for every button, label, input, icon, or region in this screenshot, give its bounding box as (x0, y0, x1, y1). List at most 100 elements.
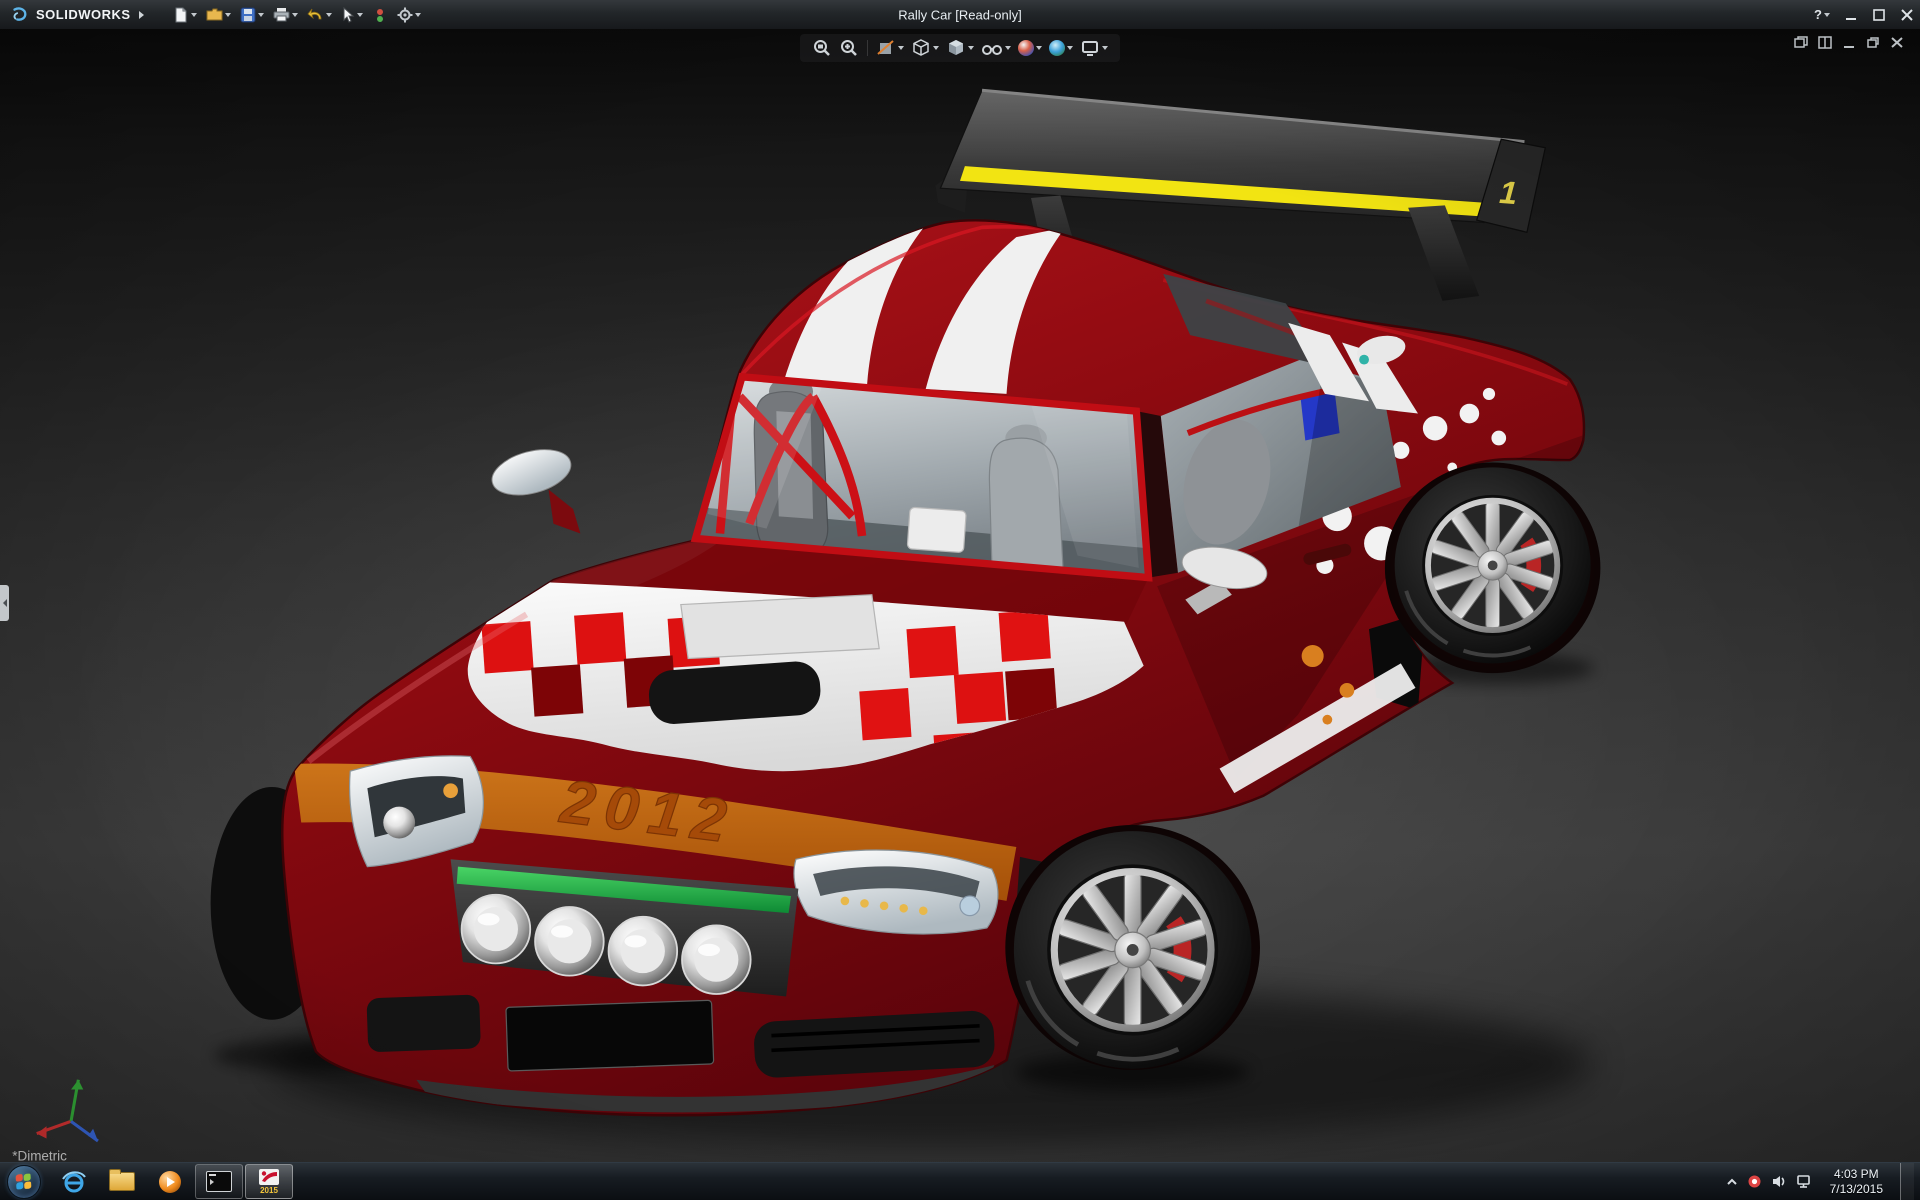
solidworks-version-badge: 2015 (260, 1187, 278, 1195)
section-view-button[interactable] (874, 36, 906, 60)
display-style-icon (946, 38, 966, 58)
rebuild-button[interactable] (369, 5, 391, 25)
open-folder-icon (206, 7, 223, 22)
minimize-button[interactable] (1844, 9, 1858, 21)
print-button[interactable] (270, 5, 301, 24)
model-canvas[interactable]: 1 (0, 29, 1920, 1163)
collapse-arrow-icon (3, 599, 7, 607)
cascade-windows-button[interactable] (1794, 36, 1808, 49)
windows-taskbar: 2015 4:03 PM 7/13/2015 (0, 1162, 1920, 1200)
select-cursor-icon (341, 7, 355, 23)
zoom-to-area-icon (839, 38, 859, 58)
close-button[interactable] (1900, 9, 1914, 21)
left-bumper-vent (366, 995, 480, 1053)
dropdown-caret-icon[interactable] (225, 13, 231, 17)
tile-windows-button[interactable] (1818, 36, 1832, 49)
license-plate (506, 1000, 714, 1071)
edit-appearance-button[interactable] (1016, 38, 1044, 58)
taskbar-internet-explorer-button[interactable] (51, 1165, 97, 1198)
media-player-icon (159, 1171, 181, 1193)
undo-arrow-icon (307, 7, 324, 22)
view-orientation-button[interactable] (909, 36, 941, 60)
task-pane-collapse-tab[interactable] (0, 585, 9, 621)
zoom-to-area-button[interactable] (837, 36, 861, 60)
clock-date: 7/13/2015 (1830, 1182, 1883, 1197)
view-settings-button[interactable] (1078, 36, 1110, 60)
taskbar-command-prompt-button[interactable] (195, 1164, 243, 1199)
document-window-controls (1794, 36, 1904, 49)
zoom-to-fit-button[interactable] (810, 36, 834, 60)
new-document-button[interactable] (170, 5, 200, 25)
system-tray: 4:03 PM 7/13/2015 (1726, 1163, 1920, 1200)
menu-expander-icon[interactable] (139, 11, 144, 19)
3ds-logo-icon (8, 6, 30, 24)
document-title: Rally Car [Read-only] (898, 7, 1022, 22)
taskbar-clock[interactable]: 4:03 PM 7/13/2015 (1822, 1167, 1891, 1197)
help-button[interactable]: ? (1814, 7, 1830, 22)
apply-scene-button[interactable] (1047, 38, 1075, 58)
app-logo: SOLIDWORKS (0, 6, 144, 24)
dropdown-caret-icon[interactable] (326, 13, 332, 17)
dropdown-caret-icon[interactable] (1824, 13, 1830, 17)
view-orientation-cube-icon (911, 38, 931, 58)
hide-show-glasses-icon (981, 38, 1003, 58)
select-button[interactable] (338, 5, 366, 25)
undo-button[interactable] (304, 5, 335, 24)
clock-time: 4:03 PM (1834, 1167, 1879, 1182)
taskbar-media-player-button[interactable] (147, 1165, 193, 1198)
volume-tray-icon[interactable] (1771, 1174, 1787, 1189)
dropdown-caret-icon[interactable] (933, 46, 939, 50)
zoom-to-fit-icon (812, 38, 832, 58)
show-desktop-button[interactable] (1900, 1163, 1914, 1200)
quick-access-toolbar (170, 5, 424, 25)
dropdown-caret-icon[interactable] (191, 13, 197, 17)
graphics-area[interactable]: 1 (0, 29, 1920, 1163)
network-tray-icon[interactable] (1796, 1174, 1813, 1189)
hide-show-items-button[interactable] (979, 36, 1013, 60)
dropdown-caret-icon[interactable] (968, 46, 974, 50)
dropdown-caret-icon[interactable] (415, 13, 421, 17)
center-console (907, 507, 966, 552)
brand-text: SOLIDWORKS (36, 7, 131, 22)
help-label: ? (1814, 7, 1822, 22)
title-bar: SOLIDWORKS (0, 0, 1920, 30)
dropdown-caret-icon[interactable] (1036, 46, 1042, 50)
desktop: SOLIDWORKS (0, 0, 1920, 1200)
windows-orb-icon (7, 1165, 41, 1199)
dropdown-caret-icon[interactable] (1005, 46, 1011, 50)
internet-explorer-icon (61, 1169, 87, 1195)
options-gear-icon (397, 7, 413, 23)
dropdown-caret-icon[interactable] (898, 46, 904, 50)
start-button[interactable] (5, 1165, 43, 1199)
doc-restore-button[interactable] (1866, 36, 1880, 49)
app-status-tray-icon[interactable] (1747, 1174, 1762, 1189)
folder-icon (109, 1172, 135, 1191)
doc-close-button[interactable] (1890, 36, 1904, 49)
hood-scoop-top (681, 595, 879, 659)
orientation-triad[interactable] (37, 1080, 98, 1141)
doc-minimize-button[interactable] (1842, 36, 1856, 49)
dropdown-caret-icon[interactable] (1102, 46, 1108, 50)
save-floppy-icon (240, 7, 256, 23)
scene-globe-icon (1049, 40, 1065, 56)
print-icon (273, 7, 290, 22)
rebuild-icon (372, 7, 388, 23)
taskbar-solidworks-button[interactable]: 2015 (245, 1164, 293, 1199)
hidden-icons-chevron[interactable] (1726, 1177, 1738, 1187)
headlight-right (794, 850, 998, 934)
maximize-button[interactable] (1872, 9, 1886, 21)
display-style-button[interactable] (944, 36, 976, 60)
toolbar-separator (867, 40, 868, 56)
appearance-ball-icon (1018, 40, 1034, 56)
open-button[interactable] (203, 5, 234, 24)
save-button[interactable] (237, 5, 267, 25)
dropdown-caret-icon[interactable] (1067, 46, 1073, 50)
command-prompt-icon (206, 1171, 232, 1192)
dropdown-caret-icon[interactable] (258, 13, 264, 17)
options-button[interactable] (394, 5, 424, 25)
taskbar-app-buttons: 2015 (51, 1163, 293, 1200)
dropdown-caret-icon[interactable] (357, 13, 363, 17)
taskbar-explorer-button[interactable] (99, 1165, 145, 1198)
wing-number: 1 (1498, 174, 1518, 211)
dropdown-caret-icon[interactable] (292, 13, 298, 17)
